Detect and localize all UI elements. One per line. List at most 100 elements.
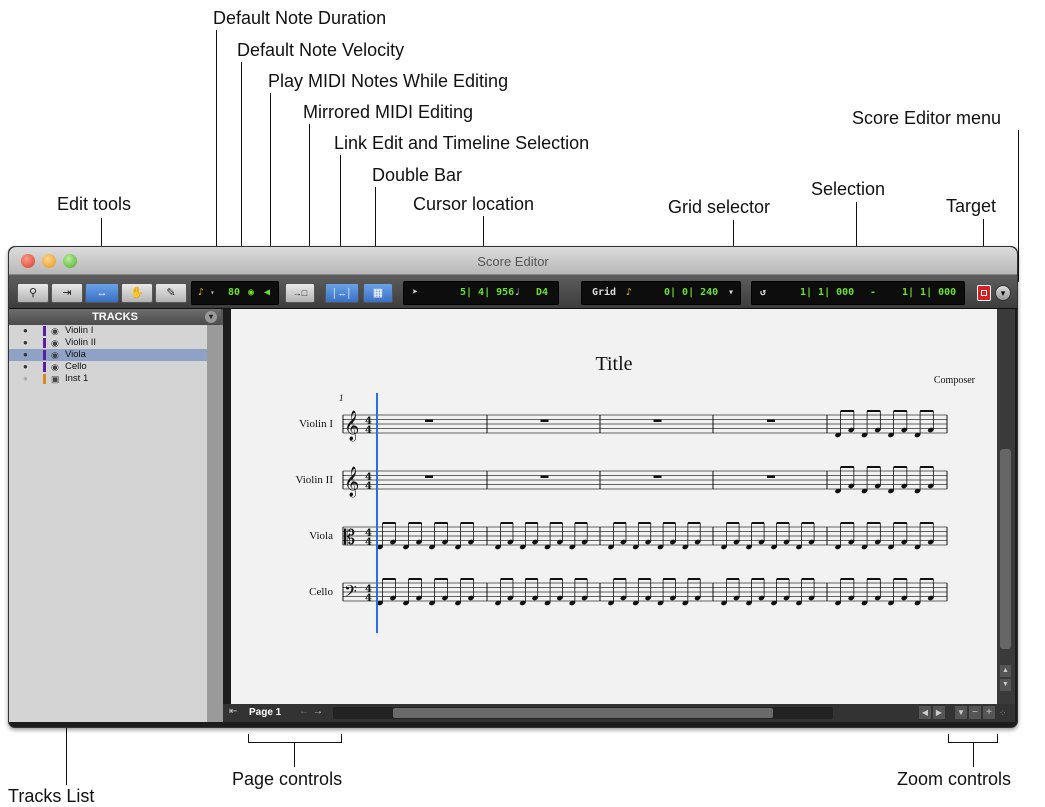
toolbar: ⚲ ⇥ ↔ ✋ ✎ ♪ ▾ 80 ◉ ◀ →□ │↔│ ▦ ➤ 5| 4| 95… [9, 275, 1017, 309]
selector-tool-button[interactable]: ↔ [85, 283, 119, 303]
grid-value: 0| 0| 240 [664, 287, 719, 298]
prev-page-icon[interactable]: ← [299, 706, 309, 717]
scroll-down-icon[interactable]: ▼ [1000, 679, 1011, 691]
target-icon [981, 290, 987, 296]
track-color-bar [43, 350, 46, 360]
zoom-tool-button[interactable]: ⚲ [17, 283, 49, 303]
callout-selection: Selection [811, 179, 886, 199]
callout-edit-tools: Edit tools [57, 194, 132, 214]
track-row[interactable]: ● ◉ Violin I [9, 325, 221, 337]
grid-dropdown-icon[interactable]: ▾ [728, 282, 734, 304]
horizontal-scrollbar[interactable] [333, 707, 833, 719]
staff-notation[interactable]: 𝄞 44𝄞 44𝄡 44𝄢 44 [231, 309, 997, 704]
double-bar-button[interactable]: ▦ [363, 283, 393, 303]
scroll-right-icon[interactable]: ▶ [933, 706, 945, 719]
bracket [248, 742, 342, 743]
whole-rest [653, 419, 662, 422]
note-duration-icon[interactable]: ♪ [198, 282, 204, 304]
midi-track-icon: ◉ [51, 338, 59, 348]
default-note-velocity[interactable]: 80 [228, 282, 240, 304]
window-title: Score Editor [477, 254, 549, 269]
tracks-list: TRACKS ▾ ● ◉ Violin I ● ◉ Violin II ● ◉ Viola ● ◉ C… [9, 309, 223, 722]
tracks-menu-icon[interactable]: ▾ [205, 311, 217, 323]
selection-end[interactable]: 1| 1| 000 [902, 282, 956, 304]
time-signature-bottom: 4 [365, 481, 372, 492]
selection-start[interactable]: 1| 1| 000 [800, 282, 854, 304]
grid-label: Grid [592, 287, 617, 298]
zoom-in-icon[interactable]: + [983, 706, 995, 719]
callout-page-controls: Page controls [232, 769, 343, 789]
track-name: Inst 1 [65, 373, 89, 384]
whole-rest [767, 475, 775, 478]
callout-target: Target [946, 196, 997, 216]
tracks-header-label: TRACKS [92, 311, 138, 323]
track-row[interactable]: ● ◉ Violin II [9, 337, 221, 349]
scroll-up-icon[interactable]: ▲ [1000, 665, 1011, 677]
clef-treble: 𝄞 [344, 466, 359, 498]
track-color-bar [43, 326, 46, 336]
track-row[interactable]: ● ▣ Inst 1 [9, 373, 221, 385]
note-settings-display: ♪ ▾ 80 ◉ ◀ [191, 281, 279, 305]
callout-cursor-location: Cursor location [413, 194, 535, 214]
zoom-out-icon[interactable]: − [969, 706, 981, 719]
visibility-dot-icon[interactable]: ● [23, 349, 28, 361]
cursor-icon: ➤ [412, 287, 419, 298]
scroll-left-icon[interactable]: ◀ [919, 706, 931, 719]
track-color-bar [43, 374, 46, 384]
cursor-location-value: 5| 4| 956 [460, 287, 515, 298]
visibility-dot-icon[interactable]: ● [23, 337, 28, 349]
mirror-icon: →□ [292, 288, 308, 298]
bracket [948, 734, 949, 743]
trim-tool-button[interactable]: ⇥ [51, 283, 83, 303]
mirrored-midi-editing-button[interactable]: →□ [285, 283, 315, 303]
selection-display: ↺ 1| 1| 000 - 1| 1| 000 [751, 281, 965, 305]
callout-link-edit-timeline: Link Edit and Timeline Selection [334, 133, 590, 153]
instrument-track-icon: ▣ [51, 374, 60, 384]
pencil-tool-button[interactable]: ✎ [155, 283, 187, 303]
grid-note-icon: ♪ [626, 287, 633, 298]
score-page: Title Composer 1 Violin I Violin II Viola C… [231, 309, 997, 704]
tracks-scrollbar[interactable] [207, 325, 223, 722]
visibility-dot-icon[interactable]: ● [23, 325, 28, 337]
track-row[interactable]: ● ◉ Cello [9, 361, 221, 373]
callout-double-bar: Double Bar [372, 165, 463, 185]
resize-grip-icon[interactable]: ⁘ [999, 708, 1007, 719]
first-page-icon[interactable]: ⇤ [229, 706, 237, 717]
selection-separator: - [870, 287, 877, 298]
trim-icon: ⇥ [62, 287, 72, 299]
time-signature-bottom: 4 [365, 593, 372, 604]
grid-selector[interactable]: Grid ♪ 0| 0| 240 ▾ [581, 281, 741, 305]
vertical-scroll-thumb[interactable] [1000, 449, 1011, 649]
track-name: Viola [65, 349, 86, 360]
clef-treble: 𝄞 [344, 410, 359, 442]
time-signature-bottom: 4 [365, 425, 372, 436]
next-page-icon[interactable]: → [313, 706, 323, 717]
target-button[interactable] [977, 285, 991, 301]
midi-track-icon: ◉ [51, 362, 59, 372]
chevron-down-icon: ▾ [1000, 288, 1006, 298]
whole-rest [540, 475, 549, 478]
link-edit-timeline-button[interactable]: │↔│ [325, 283, 359, 303]
visibility-dot-icon[interactable]: ● [23, 361, 28, 373]
horizontal-scroll-thumb[interactable] [393, 708, 773, 718]
bottom-bar: ⇤ Page 1 ← → ◀ ▶ ▼ − + ⁘ [223, 704, 1015, 722]
double-bar-icon: ▦ [372, 287, 384, 299]
callout-grid-selector: Grid selector [668, 197, 771, 217]
grabber-tool-button[interactable]: ✋ [121, 283, 153, 303]
track-row[interactable]: ● ◉ Viola [9, 349, 221, 361]
callout-play-midi-notes: Play MIDI Notes While Editing [268, 71, 509, 91]
duration-dropdown-icon[interactable]: ▾ [210, 282, 215, 304]
visibility-dot-icon[interactable]: ● [23, 373, 28, 385]
link-icon: │↔│ [331, 288, 353, 298]
bracket [248, 734, 249, 743]
cursor-pitch-value: D4 [536, 287, 549, 298]
whole-rest [653, 475, 662, 478]
score-editor-menu-button[interactable]: ▾ [995, 285, 1011, 301]
velocity-icon: ◉ [248, 287, 255, 298]
callout-default-note-duration: Default Note Duration [213, 8, 387, 28]
leader-line [241, 62, 242, 275]
vertical-scrollbar[interactable]: ▲ ▼ [997, 309, 1015, 704]
note-icon: ♩ [514, 287, 521, 298]
speaker-icon[interactable]: ◀ [264, 282, 270, 304]
zoom-menu-icon[interactable]: ▼ [955, 706, 967, 719]
